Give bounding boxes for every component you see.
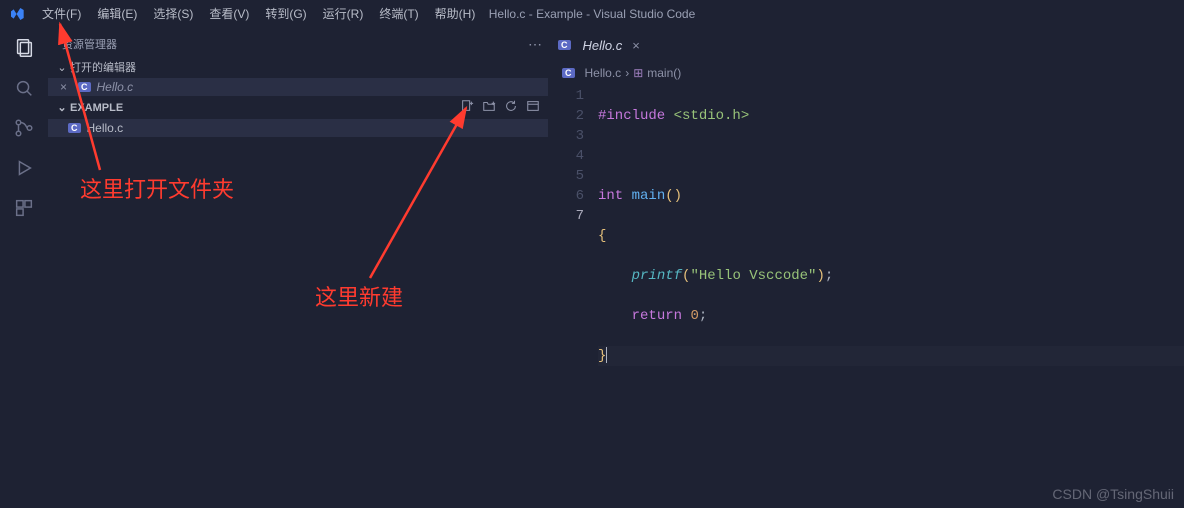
- lang-badge: C: [78, 82, 91, 92]
- explorer-icon[interactable]: [12, 36, 36, 60]
- annotation-new-file: 这里新建: [315, 280, 403, 312]
- extensions-icon[interactable]: [12, 196, 36, 220]
- open-editor-filename: Hello.c: [97, 80, 134, 94]
- text-cursor: [606, 347, 607, 363]
- file-item[interactable]: C Hello.c: [48, 119, 548, 137]
- close-icon[interactable]: ×: [632, 38, 640, 53]
- more-icon[interactable]: ⋯: [528, 36, 542, 53]
- lang-badge: C: [558, 40, 571, 50]
- folder-actions: [460, 99, 540, 116]
- annotation-open-folder: 这里打开文件夹: [80, 172, 234, 204]
- chevron-right-icon: ›: [625, 66, 629, 80]
- lang-badge: C: [562, 68, 575, 78]
- title-bar: 文件(F) 编辑(E) 选择(S) 查看(V) 转到(G) 运行(R) 终端(T…: [0, 0, 1184, 28]
- menu-terminal[interactable]: 终端(T): [371, 0, 426, 28]
- code-content: #include <stdio.h> int main() { printf("…: [598, 86, 1184, 406]
- search-icon[interactable]: [12, 76, 36, 100]
- editor-area: ⋯ C Hello.c × C Hello.c › ⊞ main() 1 2 3…: [548, 28, 1184, 508]
- chevron-down-icon: ⌄: [56, 61, 68, 74]
- activity-bar: [0, 28, 48, 508]
- menu-view[interactable]: 查看(V): [201, 0, 257, 28]
- sidebar-title: 资源管理器: [48, 28, 548, 56]
- new-folder-icon[interactable]: [482, 99, 496, 116]
- chevron-down-icon: ⌄: [56, 101, 68, 114]
- close-icon[interactable]: ×: [60, 80, 76, 94]
- open-editor-item[interactable]: × C Hello.c: [48, 78, 548, 96]
- breadcrumb-symbol: main(): [647, 66, 681, 80]
- line-gutter: 1 2 3 4 5 6 7: [548, 86, 598, 406]
- lang-badge: C: [68, 123, 81, 133]
- explorer-sidebar: 资源管理器 ⌄ 打开的编辑器 × C Hello.c ⌄ EXAMPLE: [48, 28, 548, 508]
- menu-file[interactable]: 文件(F): [34, 0, 89, 28]
- refresh-icon[interactable]: [504, 99, 518, 116]
- run-debug-icon[interactable]: [12, 156, 36, 180]
- menu-selection[interactable]: 选择(S): [145, 0, 201, 28]
- vscode-logo-icon: [0, 6, 34, 22]
- tab-label: Hello.c: [583, 38, 623, 53]
- new-file-icon[interactable]: [460, 99, 474, 116]
- menu-help[interactable]: 帮助(H): [427, 0, 484, 28]
- main-menu: 文件(F) 编辑(E) 选择(S) 查看(V) 转到(G) 运行(R) 终端(T…: [34, 0, 483, 28]
- open-editors-header[interactable]: ⌄ 打开的编辑器: [48, 56, 548, 78]
- source-control-icon[interactable]: [12, 116, 36, 140]
- menu-go[interactable]: 转到(G): [257, 0, 314, 28]
- editor-tabs: C Hello.c ×: [548, 28, 1184, 62]
- window-title: Hello.c - Example - Visual Studio Code: [489, 7, 696, 21]
- collapse-icon[interactable]: [526, 99, 540, 116]
- folder-name: EXAMPLE: [70, 102, 123, 114]
- symbol-icon: ⊞: [633, 66, 643, 80]
- breadcrumb[interactable]: C Hello.c › ⊞ main(): [548, 62, 1184, 84]
- code-editor[interactable]: 1 2 3 4 5 6 7 #include <stdio.h> int mai…: [548, 84, 1184, 406]
- menu-edit[interactable]: 编辑(E): [89, 0, 145, 28]
- tab-hello-c[interactable]: C Hello.c ×: [548, 28, 650, 62]
- file-name: Hello.c: [87, 121, 124, 135]
- watermark: CSDN @TsingShuii: [1052, 486, 1174, 502]
- open-editors-label: 打开的编辑器: [70, 59, 136, 75]
- breadcrumb-file: Hello.c: [585, 66, 622, 80]
- folder-header[interactable]: ⌄ EXAMPLE: [48, 96, 548, 119]
- menu-run[interactable]: 运行(R): [315, 0, 372, 28]
